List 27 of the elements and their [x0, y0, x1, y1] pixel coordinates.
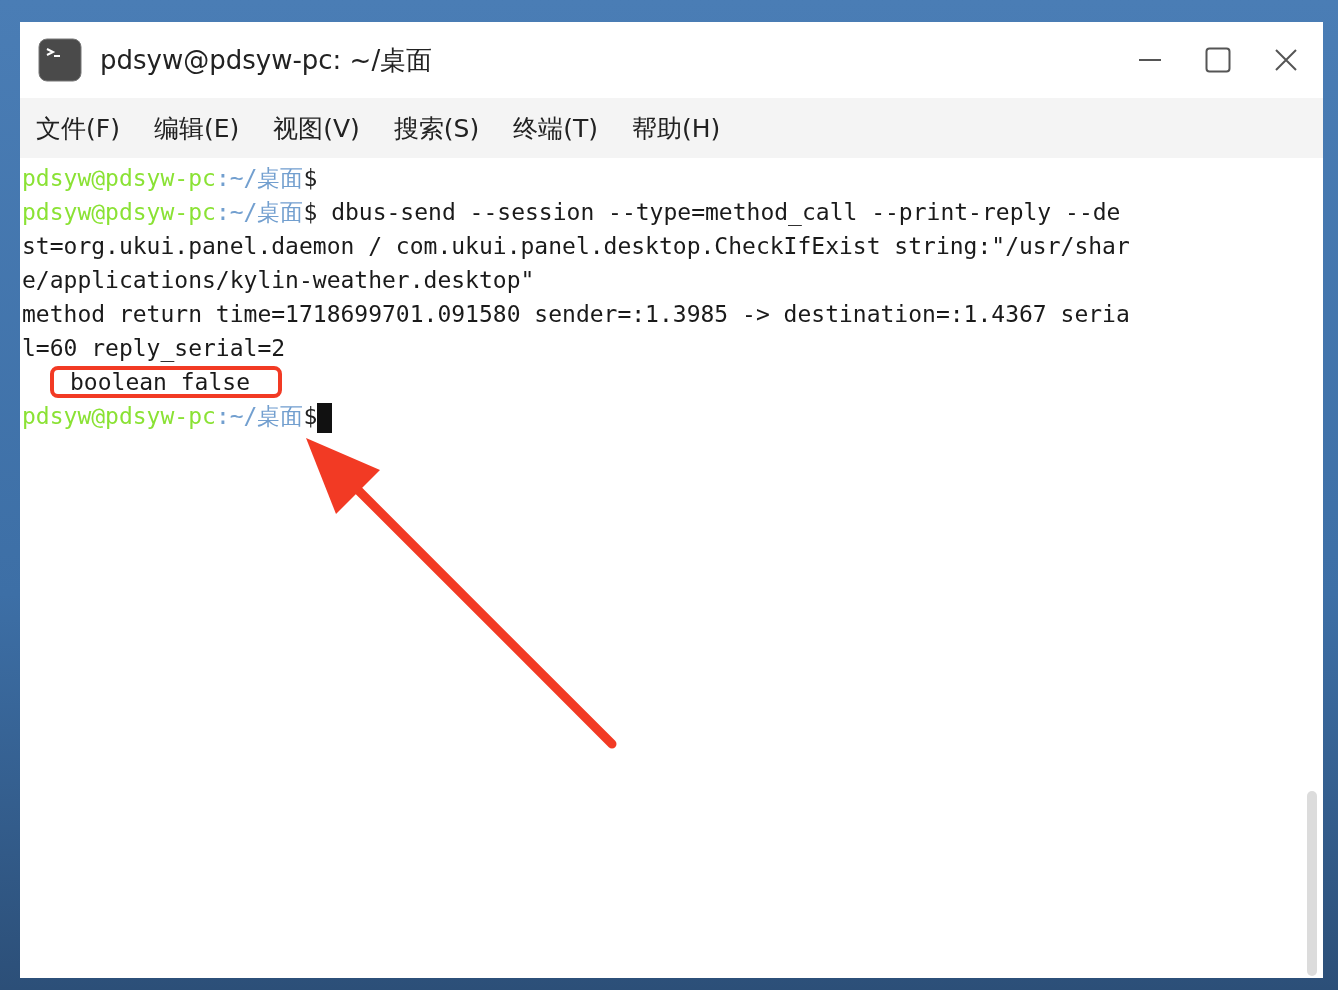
output-text: boolean false: [70, 369, 250, 395]
minimize-icon[interactable]: [1139, 58, 1161, 62]
prompt-symbol: $: [303, 403, 318, 429]
prompt-symbol: $: [303, 199, 318, 225]
maximize-icon[interactable]: [1205, 47, 1231, 73]
menu-item[interactable]: 文件(F): [36, 111, 120, 145]
output-text: method return time=1718699701.091580 sender=:1.3985 -> destination=:1.4367 seria: [22, 301, 1130, 327]
prompt-path: :~/桌面: [215, 165, 304, 191]
prompt-user: pdsyw@pdsyw-pc: [22, 199, 216, 225]
output-text: l=60 reply_serial=2: [22, 335, 286, 361]
terminal-icon: [38, 38, 82, 82]
command-text: dbus-send --session --type=method_call --print-reply --de: [330, 199, 1121, 225]
menu-item[interactable]: 视图(V): [273, 111, 360, 145]
scrollbar-thumb[interactable]: [1307, 791, 1317, 976]
menu-item[interactable]: 编辑(E): [153, 111, 240, 145]
window-title: pdsyw@pdsyw-pc: ~/桌面: [100, 43, 433, 77]
prompt-path: :~/桌面: [215, 199, 304, 225]
output-text: st=org.ukui.panel.daemon / com.ukui.panel.desktop.CheckIfExist string:"/usr/shar: [22, 233, 1130, 259]
close-icon[interactable]: [1275, 49, 1297, 71]
output-text: e/applications/kylin-weather.desktop": [22, 267, 535, 293]
prompt-symbol: $: [303, 165, 318, 191]
prompt-user: pdsyw@pdsyw-pc: [22, 403, 216, 429]
menu-item[interactable]: 帮助(H): [632, 111, 721, 145]
prompt-user: pdsyw@pdsyw-pc: [22, 165, 216, 191]
prompt-path: :~/桌面: [215, 403, 304, 429]
menu-item[interactable]: 终端(T): [513, 111, 598, 145]
menu-item[interactable]: 搜索(S): [393, 111, 480, 145]
